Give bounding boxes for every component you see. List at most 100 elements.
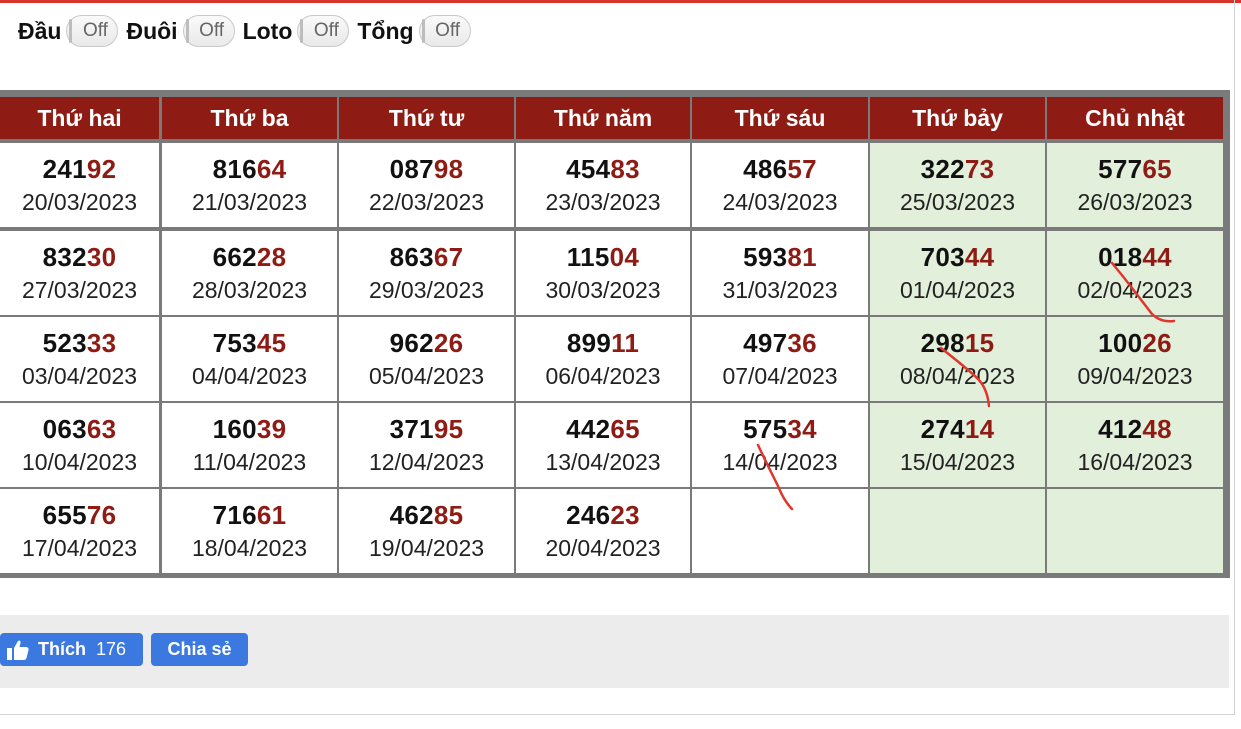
results-calendar-table: Thứ hai Thứ ba Thứ tư Thứ năm Thứ sáu Thứ bảy… (0, 90, 1230, 578)
weekday-header: Thứ ba (162, 97, 337, 139)
result-cell: 81664 21/03/2023 (162, 143, 337, 227)
result-number: 46285 (390, 500, 464, 530)
result-number: 24192 (43, 154, 117, 184)
result-number-head: 274 (920, 414, 965, 444)
result-cell: 01844 02/04/2023 (1047, 231, 1223, 315)
result-cell: 37195 12/04/2023 (339, 403, 514, 487)
result-number: 81664 (213, 154, 287, 184)
result-cell: 27414 15/04/2023 (870, 403, 1045, 487)
result-cell: 24192 20/03/2023 (0, 143, 159, 227)
result-number-tail: 98 (433, 154, 464, 184)
result-cell: 48657 24/03/2023 (692, 143, 868, 227)
result-cell: 86367 29/03/2023 (339, 231, 514, 315)
toggle-dau[interactable]: Off (66, 15, 119, 47)
filter-bar: Đầu Off Đuôi Off Loto Off Tổng Off (18, 13, 479, 49)
result-number: 70344 (921, 242, 995, 272)
result-number-head: 442 (566, 414, 611, 444)
result-number-head: 863 (389, 242, 434, 272)
like-button[interactable]: Thích 176 (0, 633, 143, 666)
result-date: 25/03/2023 (899, 189, 1016, 215)
result-number-head: 241 (42, 154, 87, 184)
result-date: 24/03/2023 (722, 189, 838, 215)
result-date: 30/03/2023 (545, 277, 661, 303)
result-number-head: 018 (1098, 242, 1143, 272)
result-number: 06363 (43, 414, 117, 444)
result-cell: 75345 04/04/2023 (162, 317, 337, 401)
result-date: 16/04/2023 (1077, 449, 1193, 475)
result-date: 07/04/2023 (722, 363, 838, 389)
result-number: 32273 (921, 154, 995, 184)
result-date: 19/04/2023 (368, 535, 485, 561)
result-date: 29/03/2023 (368, 277, 485, 303)
result-date: 10/04/2023 (21, 449, 138, 475)
result-cell: 06363 10/04/2023 (0, 403, 159, 487)
toggle-tong[interactable]: Off (418, 15, 471, 47)
like-label: Thích (38, 639, 86, 659)
result-number: 66228 (213, 242, 287, 272)
result-date: 18/04/2023 (191, 535, 308, 561)
result-number-head: 160 (212, 414, 257, 444)
result-cell: 10026 09/04/2023 (1047, 317, 1223, 401)
toggle-duoi-state: Off (199, 20, 225, 41)
result-number-head: 454 (566, 154, 611, 184)
result-cell: 83230 27/03/2023 (0, 231, 159, 315)
result-number-tail: 04 (609, 242, 640, 272)
filter-label-loto: Loto (242, 17, 293, 44)
result-date: 02/04/2023 (1077, 277, 1193, 303)
result-cell: 24623 20/04/2023 (516, 489, 690, 573)
result-number: 52333 (43, 328, 117, 358)
result-number-head: 322 (920, 154, 965, 184)
result-number-head: 575 (743, 414, 788, 444)
result-number: 45483 (566, 154, 640, 184)
result-cell: 57765 26/03/2023 (1047, 143, 1223, 227)
toggle-loto[interactable]: Off (297, 15, 350, 47)
content-border-bottom (0, 714, 1234, 715)
result-cell: 89911 06/04/2023 (516, 317, 690, 401)
result-number-tail: 11 (611, 328, 640, 358)
result-number: 89911 (567, 328, 639, 358)
result-number-tail: 61 (256, 500, 287, 530)
result-number-tail: 45 (256, 328, 287, 358)
result-date: 14/04/2023 (722, 449, 838, 475)
result-date: 01/04/2023 (899, 277, 1016, 303)
result-number-head: 593 (743, 242, 788, 272)
result-number-tail: 67 (433, 242, 464, 272)
toggle-duoi[interactable]: Off (182, 15, 235, 47)
result-cell: 44265 13/04/2023 (516, 403, 690, 487)
result-number-head: 703 (920, 242, 965, 272)
result-number-tail: 95 (433, 414, 464, 444)
result-cell: 16039 11/04/2023 (162, 403, 337, 487)
result-date: 03/04/2023 (21, 363, 138, 389)
toggle-dau-state: Off (82, 20, 108, 41)
result-number: 83230 (43, 242, 117, 272)
result-number-head: 100 (1098, 328, 1143, 358)
result-date: 21/03/2023 (191, 189, 308, 215)
result-cell: 08798 22/03/2023 (339, 143, 514, 227)
result-number-tail: 34 (787, 414, 817, 444)
result-number: 48657 (743, 154, 817, 184)
result-cell: 52333 03/04/2023 (0, 317, 159, 401)
result-number-tail: 23 (610, 500, 640, 530)
result-cell: 11504 30/03/2023 (516, 231, 690, 315)
result-number: 86367 (390, 242, 464, 272)
result-number-tail: 65 (610, 414, 640, 444)
result-number: 71661 (213, 500, 287, 530)
result-number: 16039 (213, 414, 287, 444)
result-date: 26/03/2023 (1077, 189, 1193, 215)
result-number-tail: 48 (1142, 414, 1172, 444)
weekday-header: Thứ bảy (870, 97, 1045, 139)
result-date: 04/04/2023 (191, 363, 308, 389)
result-cell: 71661 18/04/2023 (162, 489, 337, 573)
result-number-head: 115 (566, 242, 610, 272)
result-number-head: 577 (1098, 154, 1143, 184)
result-number-head: 816 (212, 154, 257, 184)
result-date: 09/04/2023 (1077, 363, 1193, 389)
result-number-tail: 44 (1142, 242, 1172, 272)
result-number: 57765 (1098, 154, 1172, 184)
like-count: 176 (96, 639, 127, 659)
result-date: 11/04/2023 (192, 449, 307, 475)
result-date: 22/03/2023 (368, 189, 485, 215)
content-border-right (1234, 0, 1235, 715)
share-button[interactable]: Chia sẻ (151, 633, 248, 666)
result-number-tail: 64 (256, 154, 287, 184)
